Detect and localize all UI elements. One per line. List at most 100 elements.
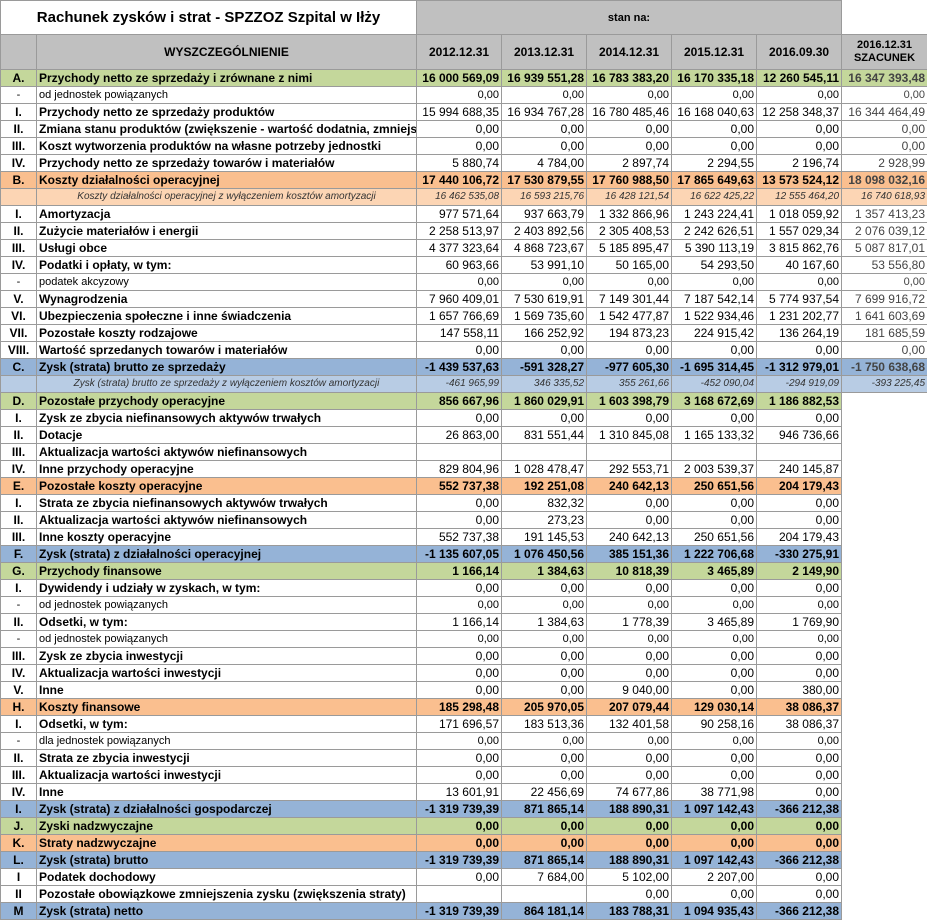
empty-cell [841,613,927,631]
value-cell: -1 312 979,01 [756,358,843,376]
row-label: III. [0,443,37,461]
row-label: II. [0,120,37,138]
value-cell: 0,00 [416,511,503,529]
row-label: F. [0,545,37,563]
empty-cell [841,885,927,903]
value-cell: 53 991,10 [501,256,588,274]
stan-na-label: stan na: [416,0,843,35]
value-cell: 0,00 [671,120,758,138]
value-cell: 1 231 202,77 [756,307,843,325]
value-cell: 1 310 845,08 [586,426,673,444]
value-cell: 129 030,14 [671,698,758,716]
value-cell: 7 530 619,91 [501,290,588,308]
row-name: Zysk (strata) z działalności operacyjnej [35,545,418,563]
value-cell: 0,00 [671,409,758,427]
value-cell: 250 651,56 [671,477,758,495]
value-cell: 1 542 477,87 [586,307,673,325]
value-cell: 0,00 [586,137,673,155]
table-row: IV. Inne 13 601,91 22 456,69 74 677,86 38 771… [0,783,927,801]
value-cell: 0,00 [586,749,673,767]
row-label: M [0,902,37,920]
value-cell: 0,00 [671,630,758,648]
value-cell: 16 783 383,20 [586,69,673,87]
table-row: I. Dywidendy i udziały w zyskach, w tym: 0… [0,579,927,597]
row-label: IV. [0,783,37,801]
value-cell: 0,00 [416,273,503,291]
value-cell: 0,00 [501,766,588,784]
value-cell: 385 151,36 [586,545,673,563]
row-name: Aktualizacja wartości aktywów niefinanso… [35,511,418,529]
row-name: Zużycie materiałów i energii [35,222,418,240]
row-label: B. [0,171,37,189]
row-name: Podatek dochodowy [35,868,418,886]
value-cell: 0,00 [671,494,758,512]
empty-cell [841,834,927,852]
row-name: Przychody netto ze sprzedaży i zrównane … [35,69,418,87]
estimate-cell: 7 699 916,72 [841,290,927,308]
empty-cell [841,817,927,835]
value-cell: 16 000 569,09 [416,69,503,87]
value-cell: 1 769,90 [756,613,843,631]
value-cell: 0,00 [416,664,503,682]
value-cell: 12 258 348,37 [756,103,843,121]
value-cell: 0,00 [416,766,503,784]
row-label: K. [0,834,37,852]
empty-cell [841,664,927,682]
value-cell: 0,00 [501,579,588,597]
row-name: Przychody netto ze sprzedaży produktów [35,103,418,121]
value-cell: 0,00 [501,664,588,682]
income-statement-table: Rachunek zysków i strat - SPZZOZ Szpital… [0,0,927,920]
value-cell: 2 207,00 [671,868,758,886]
row-name: Zysk (strata) brutto ze sprzedaży z wyłą… [35,375,418,393]
value-cell: 1 778,39 [586,613,673,631]
empty-cell [841,715,927,733]
empty-cell [841,392,927,410]
estimate-cell: 1 357 413,23 [841,205,927,223]
table-row: I Podatek dochodowy 0,00 7 684,00 5 102,00 2 … [0,868,927,886]
value-cell: 240 642,13 [586,528,673,546]
value-cell [756,443,843,461]
value-cell: 38 086,37 [756,715,843,733]
value-cell: 1 186 882,53 [756,392,843,410]
value-cell: 0,00 [756,732,843,750]
estimate-cell: 181 685,59 [841,324,927,342]
value-cell: 16 622 425,22 [671,188,758,206]
value-cell: 0,00 [756,579,843,597]
value-cell: 977 571,64 [416,205,503,223]
value-cell: 0,00 [501,834,588,852]
header-year: 2015.12.31 [671,34,758,70]
value-cell: 16 593 215,76 [501,188,588,206]
value-cell: -1 135 607,05 [416,545,503,563]
estimate-cell: 0,00 [841,341,927,359]
value-cell: 0,00 [586,341,673,359]
value-cell: 26 863,00 [416,426,503,444]
row-label: I. [0,494,37,512]
value-cell: 0,00 [586,273,673,291]
row-label: II. [0,613,37,631]
value-cell: 171 696,57 [416,715,503,733]
value-cell: 1 165 133,32 [671,426,758,444]
value-cell: -1 439 537,63 [416,358,503,376]
estimate-cell: 0,00 [841,137,927,155]
table-row: IV. Podatki i opłaty, w tym: 60 963,66 53 9… [0,256,927,274]
header-wyszczegolnienie: WYSZCZEGÓLNIENIE [35,34,418,70]
value-cell: 7 149 301,44 [586,290,673,308]
table-row: III. Usługi obce 4 377 323,64 4 868 723,67 5… [0,239,927,257]
header-year: 2013.12.31 [501,34,588,70]
value-cell: 40 167,60 [756,256,843,274]
row-name: Inne [35,681,418,699]
value-cell: 0,00 [586,834,673,852]
row-label: III. [0,766,37,784]
value-cell: 16 934 767,28 [501,103,588,121]
value-cell: 829 804,96 [416,460,503,478]
value-cell: 0,00 [501,732,588,750]
value-cell: 0,00 [416,494,503,512]
value-cell: 346 335,52 [501,375,588,393]
table-row: II Pozostałe obowiązkowe zmniejszenia zys… [0,885,927,903]
row-label: IV. [0,256,37,274]
value-cell: 0,00 [756,834,843,852]
empty-cell [841,902,927,920]
row-name: Inne przychody operacyjne [35,460,418,478]
estimate-cell: 0,00 [841,120,927,138]
table-row: II. Strata ze zbycia inwestycji 0,00 0,00 0,… [0,749,927,767]
